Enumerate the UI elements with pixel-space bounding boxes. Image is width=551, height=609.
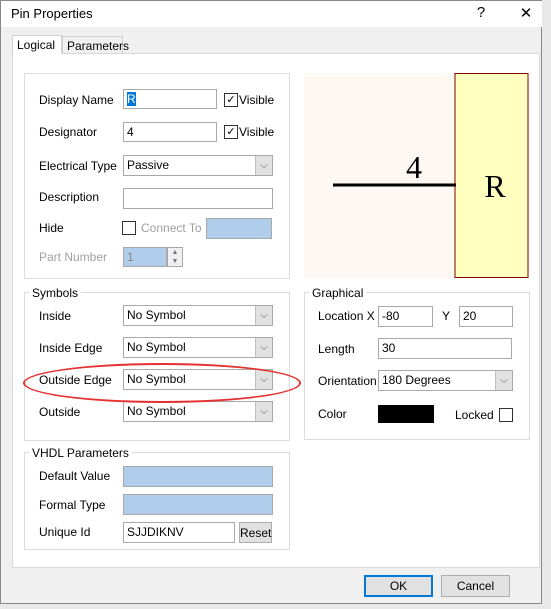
designator-visible-checkbox[interactable]: ✓ [224,125,238,139]
annotation-ellipse [23,363,301,403]
hide-checkbox[interactable] [122,221,136,235]
part-number-label: Part Number [39,250,108,264]
symbol-3-select[interactable]: No Symbol ⌵ [123,401,273,422]
chevron-down-icon: ⌵ [255,156,272,175]
orientation-value: 180 Degrees [382,373,451,387]
symbols-title: Symbols [29,286,82,300]
help-icon[interactable]: ? [466,4,496,24]
vhdl-title: VHDL Parameters [29,446,132,460]
display-visible-label: Visible [239,93,275,107]
title-bar: Pin Properties ? ✕ [1,1,542,27]
symbol-1-select[interactable]: No Symbol ⌵ [123,337,273,358]
length-input[interactable]: 30 [378,338,512,359]
display-name-input[interactable]: R [123,89,217,109]
symbol-1-label: Inside Edge [39,341,103,355]
location-y-label: Y [442,309,451,323]
chevron-down-icon: ⌵ [255,338,272,357]
tab-parameters[interactable]: Parameters [62,36,129,53]
default-value-label: Default Value [39,469,111,483]
connect-to-label: Connect To [141,221,202,235]
chevron-down-icon: ⌵ [255,306,272,325]
part-number-spinner[interactable]: ▲ ▼ [167,247,183,267]
designator-input[interactable]: 4 [123,122,217,142]
reset-button[interactable]: Reset [239,522,272,543]
symbol-value: No Symbol [127,308,186,322]
close-icon[interactable]: ✕ [511,4,541,24]
unique-id-input[interactable]: SJJDIKNV [123,522,235,543]
default-value-input[interactable] [123,466,273,487]
chevron-down-icon: ⌵ [495,371,512,390]
connect-to-input[interactable] [206,218,272,239]
designator-visible-label: Visible [239,125,275,139]
pin-designator: 4 [406,149,422,185]
chevron-down-icon: ⌵ [255,402,272,421]
symbol-value: No Symbol [127,404,186,418]
symbol-value: No Symbol [127,340,186,354]
display-name-value: R [127,92,136,106]
unique-id-label: Unique Id [39,525,91,539]
pin-properties-dialog: Pin Properties ? ✕ Logical Parameters Di… [0,0,542,604]
length-label: Length [318,342,355,356]
orientation-label: Orientation [318,374,377,388]
color-swatch[interactable] [378,405,434,423]
description-label: Description [39,190,100,204]
color-label: Color [318,407,347,421]
cancel-button[interactable]: Cancel [441,575,510,597]
hide-label: Hide [39,221,64,235]
pin-preview: 4 R [304,73,530,278]
pin-name: R [484,168,506,204]
ok-button[interactable]: OK [364,575,433,597]
display-visible-checkbox[interactable]: ✓ [224,93,238,107]
description-input[interactable] [123,188,273,209]
orientation-select[interactable]: 180 Degrees ⌵ [378,370,513,391]
symbol-0-select[interactable]: No Symbol ⌵ [123,305,273,326]
window-title: Pin Properties [11,6,93,21]
formal-type-input[interactable] [123,494,273,515]
symbol-0-label: Inside [39,309,72,323]
graphical-title: Graphical [309,286,367,300]
location-x-input[interactable]: -80 [378,306,433,327]
locked-label: Locked [455,408,494,422]
formal-type-label: Formal Type [39,498,106,512]
display-name-label: Display Name [39,93,114,107]
location-x-label: Location X [318,309,375,323]
designator-label: Designator [39,125,98,139]
tab-logical[interactable]: Logical [12,35,62,54]
location-y-input[interactable]: 20 [459,306,513,327]
part-number-input[interactable]: 1 [123,247,167,267]
symbol-3-label: Outside [39,405,81,419]
electrical-type-value: Passive [127,158,170,172]
electrical-type-select[interactable]: Passive ⌵ [123,155,273,176]
locked-checkbox[interactable] [499,408,513,422]
electrical-type-label: Electrical Type [39,159,117,173]
